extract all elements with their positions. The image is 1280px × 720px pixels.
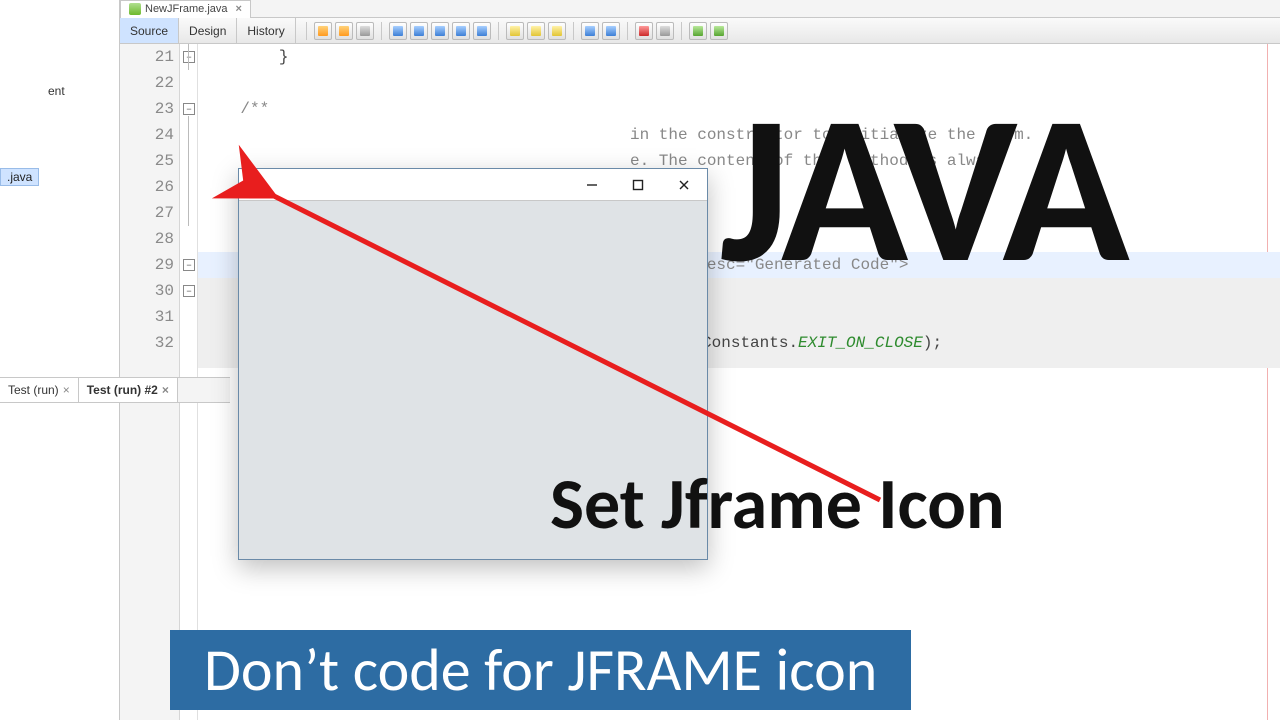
line-number: 25 — [120, 148, 180, 174]
sidebar-fragment: ent — [48, 84, 65, 98]
line-number: 31 — [120, 304, 180, 330]
toolbar-icons — [296, 18, 728, 43]
line-number: 22 — [120, 70, 180, 96]
find-icon[interactable] — [389, 22, 407, 40]
line-number: 29 — [120, 252, 180, 278]
fold-toggle-icon[interactable]: − — [183, 51, 195, 63]
editor-toolbar: Source Design History — [120, 18, 1280, 44]
close-icon — [678, 179, 690, 191]
stop-macro-icon[interactable] — [656, 22, 674, 40]
sidebar-selected-file[interactable]: .java — [0, 168, 39, 186]
toolbar-separator — [573, 22, 574, 40]
shift-left-icon[interactable] — [581, 22, 599, 40]
view-history-button[interactable]: History — [237, 18, 295, 43]
fold-toggle-icon[interactable]: − — [183, 103, 195, 115]
maximize-icon — [632, 179, 644, 191]
highlight-icon[interactable] — [452, 22, 470, 40]
file-tab-newjframe[interactable]: NewJFrame.java × — [120, 0, 251, 18]
find-next-icon[interactable] — [431, 22, 449, 40]
output-tab-test-run[interactable]: Test (run) × — [0, 378, 79, 402]
overlay-set-jframe-text: Set Jframe Icon — [550, 460, 1005, 548]
toolbar-separator — [627, 22, 628, 40]
output-tab-label: Test (run) #2 — [87, 383, 158, 397]
close-icon[interactable]: × — [162, 383, 169, 397]
jframe-app-icon — [249, 179, 261, 191]
nav-back-icon[interactable] — [314, 22, 332, 40]
jframe-titlebar[interactable] — [239, 169, 707, 201]
line-number: 24 — [120, 122, 180, 148]
line-number: 30 — [120, 278, 180, 304]
close-tab-icon[interactable]: × — [236, 3, 242, 15]
next-mark-icon[interactable] — [527, 22, 545, 40]
file-tab-label: NewJFrame.java — [145, 3, 228, 15]
view-source-button[interactable]: Source — [120, 18, 179, 43]
shift-right-icon[interactable] — [602, 22, 620, 40]
output-tab-label: Test (run) — [8, 383, 59, 397]
java-file-icon — [129, 3, 141, 15]
line-number: 27 — [120, 200, 180, 226]
editor-tabs-row: NewJFrame.java × — [120, 0, 1280, 18]
fold-toggle-icon[interactable]: − — [183, 259, 195, 271]
fold-line — [188, 116, 189, 226]
line-number: 28 — [120, 226, 180, 252]
maximize-button[interactable] — [615, 169, 661, 201]
uncomment-icon[interactable] — [710, 22, 728, 40]
output-tab-test-run-2[interactable]: Test (run) #2 × — [79, 378, 178, 402]
toolbar-separator — [381, 22, 382, 40]
line-number: 21 — [120, 44, 180, 70]
toolbar-separator — [498, 22, 499, 40]
find-prev-icon[interactable] — [410, 22, 428, 40]
minimize-icon — [586, 179, 598, 191]
line-number: 26 — [120, 174, 180, 200]
project-sidebar: ent .java — [0, 0, 120, 720]
fold-toggle-icon[interactable]: − — [183, 285, 195, 297]
line-number: 23 — [120, 96, 180, 122]
close-button[interactable] — [661, 169, 707, 201]
toggle-mark-icon[interactable] — [548, 22, 566, 40]
toolbar-separator — [306, 22, 307, 40]
prev-mark-icon[interactable] — [506, 22, 524, 40]
toolbar-separator — [681, 22, 682, 40]
comment-icon[interactable] — [689, 22, 707, 40]
nav-select-icon[interactable] — [356, 22, 374, 40]
overlay-bottom-banner: Don’t code for JFRAME icon — [170, 630, 911, 710]
bookmark-icon[interactable] — [473, 22, 491, 40]
code-constant: EXIT_ON_CLOSE — [798, 334, 923, 352]
close-icon[interactable]: × — [63, 383, 70, 397]
code-text: ); — [923, 334, 942, 352]
view-design-button[interactable]: Design — [179, 18, 237, 43]
minimize-button[interactable] — [569, 169, 615, 201]
overlay-java-text: JAVA — [720, 100, 1126, 279]
fold-line — [188, 44, 189, 70]
nav-forward-icon[interactable] — [335, 22, 353, 40]
record-macro-icon[interactable] — [635, 22, 653, 40]
line-number: 32 — [120, 330, 180, 356]
output-tabs: Test (run) × Test (run) #2 × — [0, 377, 230, 403]
